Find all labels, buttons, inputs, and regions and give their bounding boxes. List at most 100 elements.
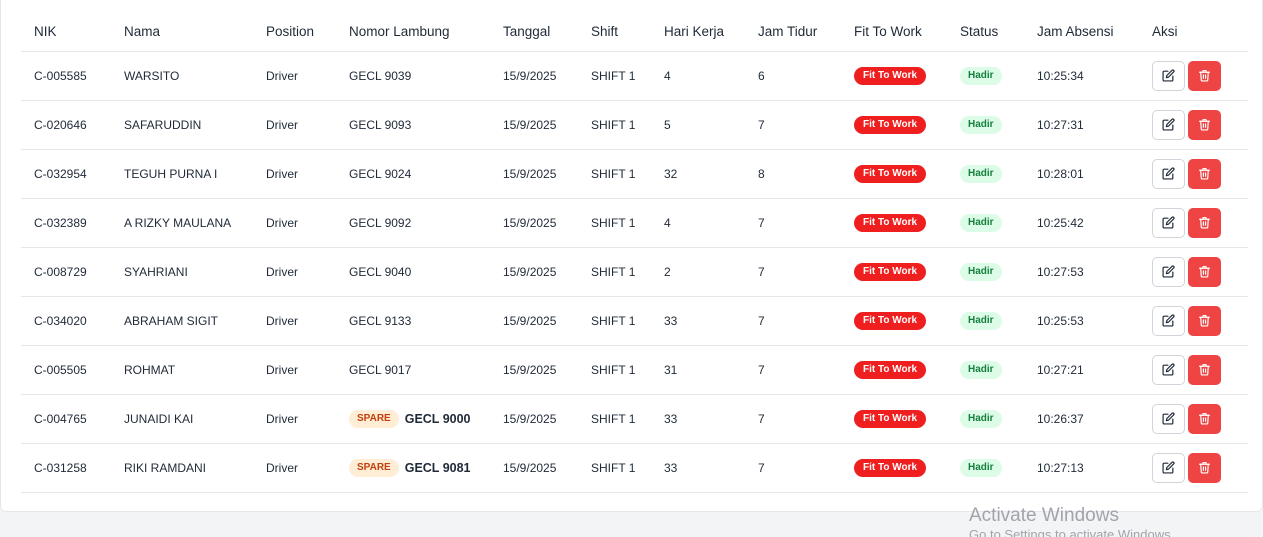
aksi-cell: [1139, 345, 1248, 395]
hari-kerja-cell: 33: [651, 394, 745, 444]
position-cell: Driver: [253, 149, 336, 199]
header-jam-absensi: Jam Absensi: [1024, 12, 1139, 52]
status-cell: Hadir: [947, 443, 1024, 493]
table-row: C-005585 WARSITO Driver GECL 9039 15/9/2025 S…: [21, 51, 1248, 101]
jam-absensi-cell: 10:26:37: [1024, 394, 1139, 444]
delete-button[interactable]: [1188, 452, 1221, 483]
jam-tidur-cell: 7: [745, 296, 841, 346]
fit-to-work-badge: Fit To Work: [854, 213, 927, 232]
nik-cell: C-034020: [21, 296, 111, 346]
jam-tidur-cell: 7: [745, 100, 841, 150]
edit-icon: [1162, 69, 1175, 82]
nomor-lambung-cell: GECL 9133: [336, 296, 490, 346]
jam-absensi-cell: 10:27:31: [1024, 100, 1139, 150]
nik-cell: C-032954: [21, 149, 111, 199]
aksi-cell: [1139, 247, 1248, 297]
jam-absensi-cell: 10:25:34: [1024, 51, 1139, 101]
nomor-lambung: GECL 9133: [349, 313, 412, 328]
edit-icon: [1162, 314, 1175, 327]
edit-button[interactable]: [1152, 452, 1185, 483]
edit-button[interactable]: [1152, 109, 1185, 140]
delete-button[interactable]: [1188, 305, 1221, 336]
nama-cell: TEGUH PURNA I: [111, 149, 253, 199]
status-badge: Hadir: [960, 409, 1002, 428]
status-badge: Hadir: [960, 311, 1002, 330]
nomor-lambung: GECL 9093: [349, 117, 412, 132]
edit-button[interactable]: [1152, 158, 1185, 189]
nomor-lambung: GECL 9081: [404, 460, 471, 475]
shift-cell: SHIFT 1: [578, 296, 651, 346]
status-cell: Hadir: [947, 198, 1024, 248]
shift-cell: SHIFT 1: [578, 149, 651, 199]
header-shift: Shift: [578, 12, 651, 52]
fit-to-work-badge: Fit To Work: [854, 409, 927, 428]
delete-button[interactable]: [1188, 207, 1221, 238]
table-header-row: NIK Nama Position Nomor Lambung Tanggal …: [21, 12, 1248, 52]
jam-absensi-cell: 10:28:01: [1024, 149, 1139, 199]
tanggal-cell: 15/9/2025: [490, 100, 578, 150]
hari-kerja-cell: 31: [651, 345, 745, 395]
header-tanggal: Tanggal: [490, 12, 578, 52]
fit-to-work-badge: Fit To Work: [854, 360, 927, 379]
delete-button[interactable]: [1188, 354, 1221, 385]
status-cell: Hadir: [947, 345, 1024, 395]
table-row: C-005505 ROHMAT Driver GECL 9017 15/9/2025 SH…: [21, 345, 1248, 395]
fit-to-work-badge: Fit To Work: [854, 458, 927, 477]
delete-button[interactable]: [1188, 158, 1221, 189]
edit-icon: [1162, 265, 1175, 278]
fit-to-work-badge: Fit To Work: [854, 164, 927, 183]
position-cell: Driver: [253, 51, 336, 101]
hari-kerja-cell: 4: [651, 198, 745, 248]
hari-kerja-cell: 33: [651, 296, 745, 346]
trash-icon: [1198, 167, 1211, 180]
header-aksi: Aksi: [1139, 12, 1248, 52]
trash-icon: [1198, 461, 1211, 474]
nomor-lambung-cell: GECL 9017: [336, 345, 490, 395]
table-row: C-034020 ABRAHAM SIGIT Driver GECL 9133 15/9…: [21, 296, 1248, 346]
status-cell: Hadir: [947, 247, 1024, 297]
table-row: C-031258 RIKI RAMDANI Driver SPARE GECL 9081…: [21, 443, 1248, 493]
fit-to-work-cell: Fit To Work: [841, 51, 947, 101]
trash-icon: [1198, 69, 1211, 82]
aksi-cell: [1139, 443, 1248, 493]
delete-button[interactable]: [1188, 256, 1221, 287]
position-cell: Driver: [253, 394, 336, 444]
nomor-lambung-cell: GECL 9039: [336, 51, 490, 101]
aksi-cell: [1139, 296, 1248, 346]
edit-button[interactable]: [1152, 60, 1185, 91]
status-cell: Hadir: [947, 149, 1024, 199]
edit-button[interactable]: [1152, 256, 1185, 287]
status-badge: Hadir: [960, 262, 1002, 281]
nomor-lambung-cell: GECL 9093: [336, 100, 490, 150]
fit-to-work-cell: Fit To Work: [841, 198, 947, 248]
fit-to-work-cell: Fit To Work: [841, 149, 947, 199]
header-fit-to-work: Fit To Work: [841, 12, 947, 52]
fit-to-work-cell: Fit To Work: [841, 296, 947, 346]
delete-button[interactable]: [1188, 403, 1221, 434]
jam-absensi-cell: 10:25:53: [1024, 296, 1139, 346]
header-jam-tidur: Jam Tidur: [745, 12, 841, 52]
header-nik: NIK: [21, 12, 111, 52]
hari-kerja-cell: 4: [651, 51, 745, 101]
position-cell: Driver: [253, 100, 336, 150]
edit-icon: [1162, 216, 1175, 229]
edit-button[interactable]: [1152, 305, 1185, 336]
edit-button[interactable]: [1152, 207, 1185, 238]
nomor-lambung-cell: GECL 9024: [336, 149, 490, 199]
activate-windows-subtitle: Go to Settings to activate Windows.: [969, 527, 1175, 537]
header-position: Position: [253, 12, 336, 52]
fit-to-work-badge: Fit To Work: [854, 262, 927, 281]
fit-to-work-cell: Fit To Work: [841, 100, 947, 150]
edit-icon: [1162, 461, 1175, 474]
delete-button[interactable]: [1188, 60, 1221, 91]
nama-cell: A RIZKY MAULANA: [111, 198, 253, 248]
edit-button[interactable]: [1152, 403, 1185, 434]
aksi-cell: [1139, 149, 1248, 199]
edit-button[interactable]: [1152, 354, 1185, 385]
trash-icon: [1198, 412, 1211, 425]
table-row: C-032389 A RIZKY MAULANA Driver GECL 9092 15…: [21, 198, 1248, 248]
delete-button[interactable]: [1188, 109, 1221, 140]
hari-kerja-cell: 2: [651, 247, 745, 297]
nik-cell: C-020646: [21, 100, 111, 150]
jam-tidur-cell: 6: [745, 51, 841, 101]
